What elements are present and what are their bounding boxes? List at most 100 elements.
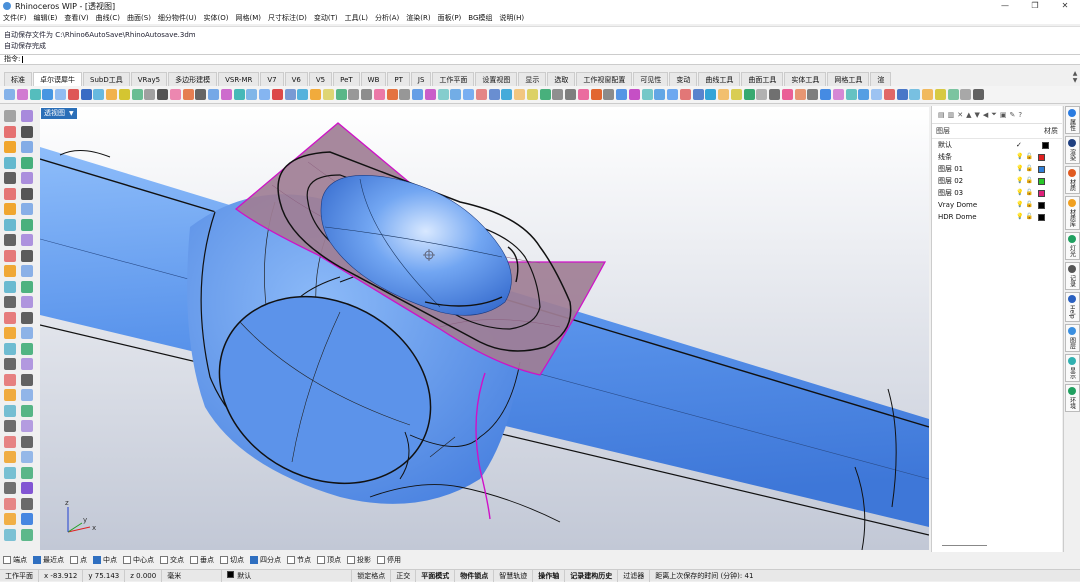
panel-resize-bar[interactable] (942, 545, 987, 546)
lock-grid-toggle[interactable]: 锁定格点 (352, 569, 392, 582)
side-tab[interactable]: 材质 (1064, 166, 1080, 194)
toolbar-tab[interactable]: V5 (308, 72, 333, 86)
move-out-icon[interactable]: ◀ (983, 111, 988, 119)
left-tool-icon[interactable] (4, 342, 16, 355)
toolbar-tool-icon[interactable] (896, 89, 908, 100)
toolbar-tool-icon[interactable] (348, 89, 360, 100)
left-tool-icon[interactable] (21, 358, 33, 370)
toolbar-tool-icon[interactable] (947, 89, 959, 100)
toolbar-tab[interactable]: PeT (333, 72, 360, 86)
left-tool-icon[interactable] (21, 280, 33, 293)
move-up-icon[interactable]: ▲ (966, 111, 971, 119)
history-toggle[interactable]: 记录建构历史 (565, 569, 619, 582)
osnap-option[interactable]: 顶点 (317, 555, 341, 565)
toolbar-tool-icon[interactable] (743, 89, 755, 100)
toolbar-tab[interactable]: JS (410, 72, 432, 86)
left-tool-icon[interactable] (4, 296, 16, 308)
left-tool-icon[interactable] (21, 296, 33, 308)
left-tool-icon[interactable] (21, 497, 33, 510)
left-tool-icon[interactable] (4, 234, 16, 246)
toolbar-tool-icon[interactable] (67, 89, 79, 100)
toolbar-tool-icon[interactable] (335, 89, 347, 100)
toolbar-tool-icon[interactable] (386, 89, 398, 100)
side-tab[interactable]: 显示 (1064, 353, 1080, 382)
layer-color-swatch[interactable] (1037, 165, 1045, 173)
move-down-icon[interactable]: ▼ (975, 111, 980, 119)
toolbar-tool-icon[interactable] (361, 89, 372, 100)
toolbar-tab[interactable]: 渲 (870, 72, 892, 86)
osnap-option[interactable]: 切点 (220, 555, 244, 565)
toolbar-tool-icon[interactable] (820, 89, 831, 100)
osnap-checkbox[interactable] (160, 556, 168, 564)
osnap-option[interactable]: 停用 (377, 555, 401, 565)
left-tool-icon[interactable] (4, 451, 16, 463)
layer-row[interactable]: 默认 ✓ (932, 139, 1062, 151)
left-tool-icon[interactable] (21, 125, 33, 138)
left-tool-icon[interactable] (4, 327, 16, 339)
close-button[interactable]: ✕ (1050, 0, 1080, 12)
layer-color-swatch[interactable] (1037, 201, 1045, 209)
toolbar-tool-icon[interactable] (973, 89, 984, 100)
left-tool-icon[interactable] (21, 249, 33, 262)
left-tool-icon[interactable] (21, 327, 33, 339)
osnap-option[interactable]: 最近点 (33, 555, 64, 565)
layer-color-swatch[interactable] (1037, 213, 1045, 221)
toolbar-tool-icon[interactable] (858, 89, 870, 100)
toolbar-tool-icon[interactable] (144, 89, 156, 100)
toolbar-tool-icon[interactable] (577, 89, 589, 100)
toolbar-tool-icon[interactable] (42, 89, 54, 100)
toolbar-tool-icon[interactable] (106, 89, 117, 100)
toolbar-tool-icon[interactable] (807, 89, 819, 100)
toolbar-tool-icon[interactable] (883, 89, 895, 100)
osnap-option[interactable]: 节点 (287, 555, 311, 565)
perspective-viewport[interactable]: x y z 透视图 ▼ (40, 107, 929, 550)
toolbar-tool-icon[interactable] (909, 89, 921, 100)
menu-item[interactable]: 曲面(S) (127, 13, 151, 23)
left-tool-icon[interactable] (4, 141, 16, 153)
side-tab[interactable]: 图层 (1064, 323, 1080, 352)
toolbar-tool-icon[interactable] (565, 89, 576, 100)
left-tool-icon[interactable] (4, 482, 16, 494)
lock-icon[interactable]: 🔓 (1025, 211, 1032, 223)
toolbar-tool-icon[interactable] (501, 89, 513, 100)
lightbulb-icon[interactable]: 💡 (1016, 163, 1023, 175)
menu-item[interactable]: 实体(O) (204, 13, 229, 23)
toolbar-tool-icon[interactable] (934, 89, 946, 100)
toolbar-tool-icon[interactable] (871, 89, 882, 100)
toolbar-tool-icon[interactable] (246, 89, 258, 100)
left-tool-icon[interactable] (4, 249, 16, 262)
unit-label[interactable]: 毫米 (162, 569, 223, 582)
layer-row[interactable]: 图层 03 💡 🔓 (932, 187, 1062, 199)
toolbar-tab[interactable]: 可见性 (633, 72, 669, 86)
lightbulb-icon[interactable]: 💡 (1016, 151, 1023, 163)
toolbar-tab[interactable]: PT (387, 72, 410, 86)
toolbar-tab[interactable]: V7 (260, 72, 284, 86)
left-tool-icon[interactable] (4, 172, 16, 184)
new-layer-icon[interactable]: ▤ (938, 111, 945, 119)
left-tool-icon[interactable] (21, 141, 33, 153)
menu-item[interactable]: 工具(L) (345, 13, 368, 23)
help-icon[interactable]: ? (1018, 111, 1022, 119)
toolbar-tool-icon[interactable] (322, 89, 334, 100)
left-tool-icon[interactable] (4, 311, 16, 324)
left-tool-icon[interactable] (21, 265, 33, 277)
toolbar-tool-icon[interactable] (539, 89, 551, 100)
layer-row[interactable]: 图层 02 💡 🔓 (932, 175, 1062, 187)
lock-icon[interactable]: 🔓 (1025, 163, 1032, 175)
toolbar-tab[interactable]: WB (360, 72, 387, 86)
smart-track-toggle[interactable]: 智慧轨迹 (494, 569, 534, 582)
left-tool-icon[interactable] (4, 404, 16, 417)
menu-item[interactable]: 分析(A) (375, 13, 399, 23)
toolbar-tab[interactable]: 曲线工具 (698, 72, 741, 86)
menu-item[interactable]: 曲线(C) (96, 13, 120, 23)
toolbar-tab[interactable]: 卓尔谟犀牛 (33, 72, 82, 86)
toolbar-tool-icon[interactable] (310, 89, 321, 100)
toolbar-tool-icon[interactable] (488, 89, 500, 100)
toolbar-tool-icon[interactable] (705, 89, 717, 100)
osnap-option[interactable]: 四分点 (250, 555, 281, 565)
toolbar-tab[interactable]: 标准 (4, 72, 32, 86)
left-tool-icon[interactable] (4, 265, 16, 277)
osnap-option[interactable]: 中心点 (123, 555, 154, 565)
toolbar-tool-icon[interactable] (552, 89, 564, 100)
menu-item[interactable]: 查看(V) (64, 13, 88, 23)
